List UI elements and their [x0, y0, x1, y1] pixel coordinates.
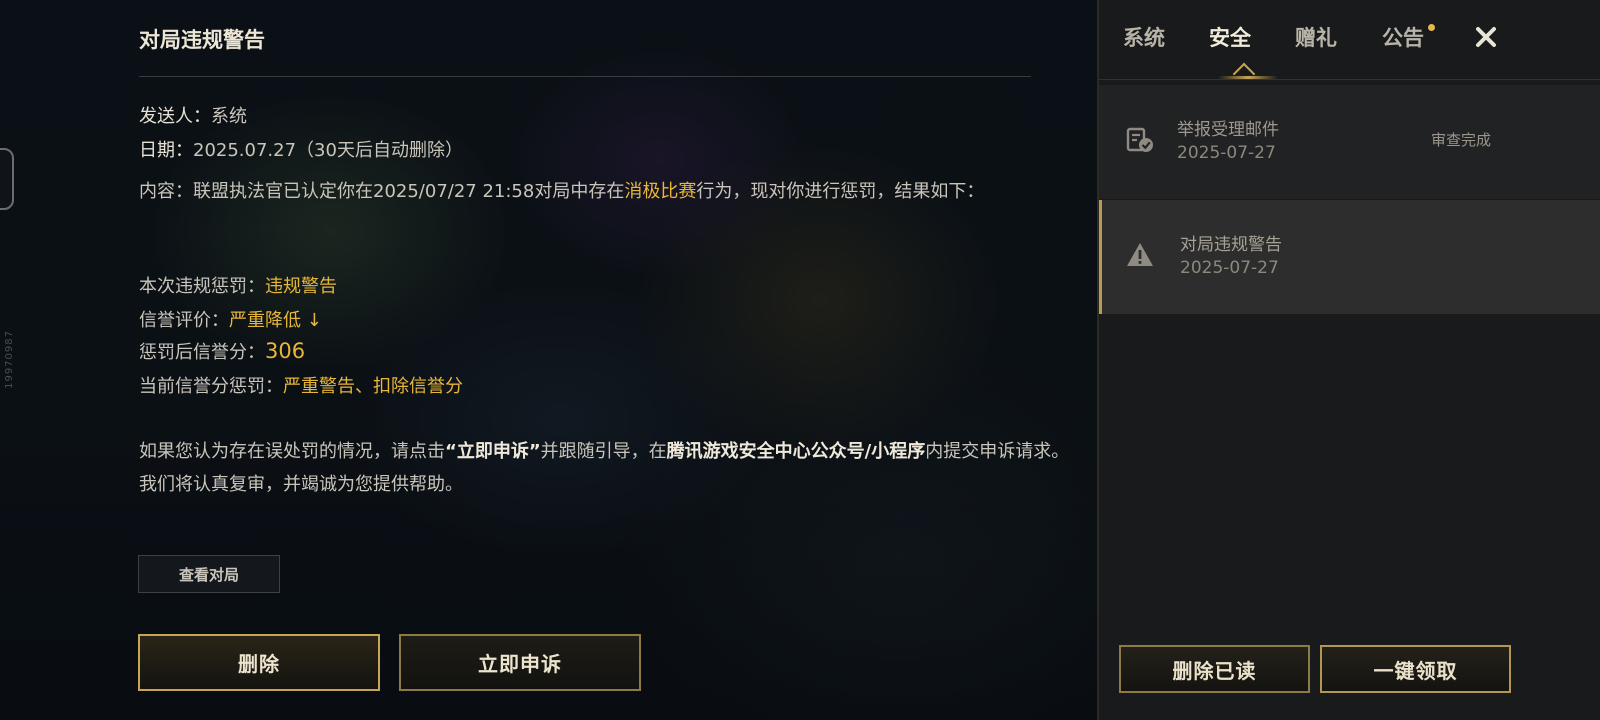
- content-highlight: 消极比赛: [624, 181, 697, 202]
- mail-content: 内容：联盟执法官已认定你在2025/07/27 21:58对局中存在消极比赛行为…: [139, 175, 1069, 208]
- date-label: 日期：: [139, 140, 193, 161]
- penalty-label: 当前信誉分惩罚：: [139, 376, 283, 397]
- credit-score-value: 306: [265, 339, 306, 363]
- appeal-text-mid: 并跟随引导，在: [540, 441, 667, 462]
- penalty-row: 本次违规惩罚：违规警告: [139, 272, 337, 298]
- delete-button[interactable]: 删除: [138, 634, 380, 691]
- tab-security[interactable]: 安全: [1209, 22, 1251, 52]
- appeal-text-bold: “立即申诉”: [445, 441, 541, 462]
- active-tab-indicator: [1232, 62, 1256, 86]
- penalty-label: 惩罚后信誉分：: [139, 342, 265, 363]
- mail-title: 对局违规警告: [139, 28, 265, 52]
- claim-all-button[interactable]: 一键领取: [1320, 645, 1511, 693]
- content-label: 内容：: [139, 181, 193, 202]
- mail-category-tabs: 系统 安全 赠礼 公告: [1099, 0, 1600, 86]
- warning-triangle-icon: [1127, 243, 1153, 266]
- appeal-now-button[interactable]: 立即申诉: [399, 634, 641, 691]
- report-mail-check-icon: [1126, 127, 1153, 152]
- penalty-row: 当前信誉分惩罚：严重警告、扣除信誉分: [139, 372, 463, 398]
- date-line: 日期：2025.07.27（30天后自动删除）: [139, 136, 463, 162]
- mail-list-panel: 系统 安全 赠礼 公告 举报受理邮件 2025-07-27 审查完成 对局违规警…: [1097, 0, 1600, 720]
- appeal-text-pre: 如果您认为存在误处罚的情况，请点击: [139, 441, 445, 462]
- mail-item-date: 2025-07-27: [1177, 143, 1276, 163]
- tab-system[interactable]: 系统: [1123, 22, 1165, 52]
- mail-item-title: 对局违规警告: [1180, 235, 1282, 255]
- appeal-instructions: 如果您认为存在误处罚的情况，请点击“立即申诉”并跟随引导，在腾讯游戏安全中心公众…: [139, 435, 1079, 501]
- tabs-divider: [1099, 79, 1600, 80]
- penalty-value: 违规警告: [265, 276, 337, 297]
- mail-item-title: 举报受理邮件: [1177, 120, 1279, 140]
- sender-line: 发送人：系统: [139, 102, 247, 128]
- mail-item-date: 2025-07-27: [1180, 258, 1279, 278]
- tab-announcements[interactable]: 公告: [1382, 22, 1424, 52]
- new-notice-dot: [1428, 24, 1435, 31]
- penalty-row: 信誉评价：严重降低 ↓: [139, 306, 322, 332]
- mail-list-item-selected[interactable]: 对局违规警告 2025-07-27: [1099, 200, 1600, 314]
- penalty-row: 惩罚后信誉分：306: [139, 338, 305, 364]
- content-text-pre: 联盟执法官已认定你在2025/07/27 21:58对局中存在: [193, 181, 625, 202]
- content-text-post: 行为，现对你进行惩罚，结果如下：: [696, 181, 985, 202]
- title-divider: [139, 76, 1031, 77]
- view-match-button[interactable]: 查看对局: [138, 555, 280, 593]
- sender-label: 发送人：: [139, 106, 211, 127]
- side-id-text: 19970987: [4, 330, 15, 389]
- date-value: 2025.07.27（30天后自动删除）: [193, 140, 463, 161]
- side-collapse-handle[interactable]: [0, 148, 14, 210]
- tab-gifts[interactable]: 赠礼: [1295, 22, 1337, 52]
- mail-item-status: 审查完成: [1431, 131, 1492, 149]
- delete-read-button[interactable]: 删除已读: [1119, 645, 1310, 693]
- mail-list-item[interactable]: 举报受理邮件 2025-07-27 审查完成: [1099, 85, 1600, 199]
- sender-value: 系统: [211, 106, 247, 127]
- penalty-value: 严重警告、扣除信誉分: [283, 376, 463, 397]
- mail-detail-pane: 19970987 对局违规警告 发送人：系统 日期：2025.07.27（30天…: [0, 0, 1097, 720]
- penalty-value: 严重降低 ↓: [229, 310, 322, 331]
- penalty-label: 本次违规惩罚：: [139, 276, 265, 297]
- penalty-label: 信誉评价：: [139, 310, 229, 331]
- close-icon[interactable]: [1471, 22, 1501, 52]
- appeal-text-bold: 腾讯游戏安全中心公众号/小程序: [666, 441, 926, 462]
